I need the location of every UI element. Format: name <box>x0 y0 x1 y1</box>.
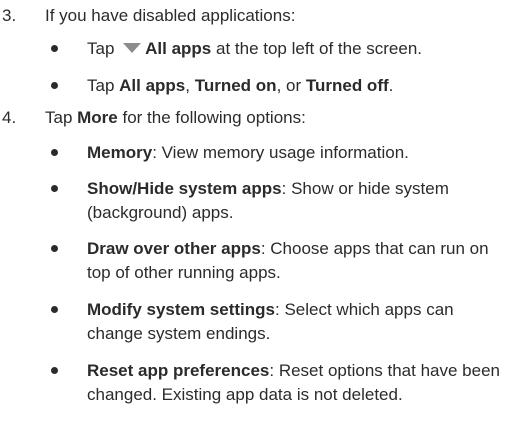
bullet-text: Tap All apps at the top left of the scre… <box>87 39 423 58</box>
step-number: 3. <box>2 6 17 25</box>
bullet-dot <box>51 185 58 192</box>
step-text: If you have disabled applications: <box>45 6 296 25</box>
bullet-text: Memory: View memory usage information. <box>87 143 409 162</box>
bullet-dot <box>51 82 58 89</box>
bullet-dot <box>51 245 58 252</box>
bullet-text: Show/Hide system apps: Show or hide syst… <box>87 179 449 222</box>
bullet-text: Draw over other apps: Choose apps that c… <box>87 239 489 282</box>
bullet-text: Modify system settings: Select which app… <box>87 300 454 343</box>
bullet-dot <box>51 367 58 374</box>
bullet-dot <box>51 306 58 313</box>
bullet-dot <box>51 149 58 156</box>
step-text: Tap More for the following options: <box>45 108 306 127</box>
bullet-text: Tap All apps, Turned on, or Turned off. <box>87 76 394 95</box>
dropdown-triangle-icon <box>123 43 142 54</box>
bullet-text: Reset app preferences: Reset options tha… <box>87 361 500 404</box>
bullet-dot <box>51 45 58 52</box>
step-number: 4. <box>2 108 17 127</box>
